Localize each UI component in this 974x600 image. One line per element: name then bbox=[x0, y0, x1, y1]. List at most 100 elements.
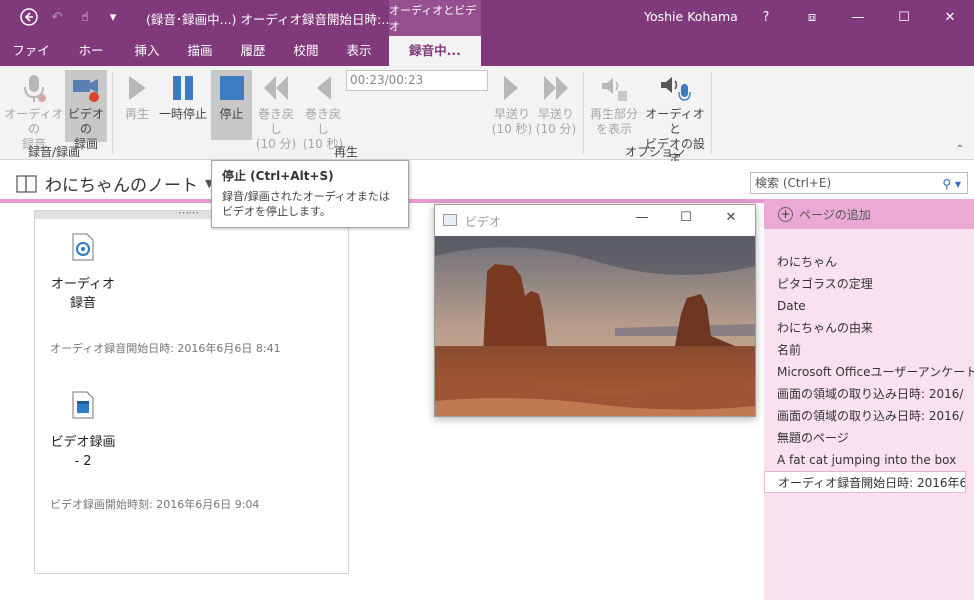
title-bar: ↶ ☝ ▾ (録音･録画中...) オーディオ録音開始日時:… オーディオとビデ… bbox=[0, 0, 974, 36]
stop-icon bbox=[211, 70, 252, 106]
video-attachment-label-2: - 2 bbox=[74, 454, 92, 469]
pause-icon bbox=[158, 70, 208, 106]
tab-view[interactable]: 表示 bbox=[344, 36, 374, 66]
stop-button[interactable]: 停止 bbox=[211, 70, 252, 140]
forward-10sec-button[interactable]: 早送り (10 秒) bbox=[490, 70, 534, 137]
group-label-record: 録音/録画 bbox=[28, 145, 81, 159]
video-frame-image bbox=[435, 236, 755, 416]
speaker-microphone-icon bbox=[641, 70, 709, 106]
page-item[interactable]: 無題のページ bbox=[764, 427, 974, 449]
context-tab-group-label: オーディオとビデオ bbox=[389, 0, 481, 36]
ribbon: オーディオの 録音 ビデオの 録画 再生 一時停止 停止 巻き戻し (10 分)… bbox=[0, 66, 974, 166]
help-button[interactable]: ? bbox=[746, 0, 786, 34]
notebook-bar: わにちゃんのノート ▼ 検索 (Ctrl+E) ⚲ ▾ bbox=[0, 161, 974, 199]
search-input[interactable]: 検索 (Ctrl+E) ⚲ ▾ bbox=[750, 172, 968, 194]
tab-home[interactable]: ホーム bbox=[74, 36, 108, 88]
stop-label: 停止 bbox=[219, 107, 244, 121]
video-minimize-button[interactable]: — bbox=[622, 210, 662, 225]
user-name[interactable]: Yoshie Kohama bbox=[644, 9, 738, 24]
video-record-button[interactable]: ビデオの 録画 bbox=[65, 70, 107, 151]
microphone-icon bbox=[4, 70, 64, 106]
see-playback-button[interactable]: 再生部分 を表示 bbox=[587, 70, 641, 137]
tab-insert[interactable]: 挿入 bbox=[132, 36, 162, 66]
add-page-button[interactable]: + ページの追加 bbox=[764, 199, 974, 229]
page-item[interactable]: Date bbox=[764, 295, 974, 317]
tab-draw[interactable]: 描画 bbox=[185, 36, 215, 66]
page-item-active[interactable]: オーディオ録音開始日時: 2016年6 bbox=[764, 471, 966, 493]
playback-time-display: 00:23/00:23 bbox=[346, 70, 488, 91]
group-label-options: オプション bbox=[625, 145, 686, 159]
group-separator bbox=[112, 72, 113, 154]
tooltip-body: 録音/録画されたオーディオまたはビデオを停止します。 bbox=[222, 190, 390, 218]
speaker-document-icon bbox=[587, 70, 641, 106]
minimize-button[interactable]: — bbox=[838, 0, 878, 34]
fast-forward-double-icon bbox=[534, 70, 578, 106]
search-placeholder: 検索 (Ctrl+E) bbox=[755, 176, 832, 190]
forward-10min-label: 早送り (10 分) bbox=[535, 107, 577, 136]
video-timestamp: ビデオ録画開始時刻: 2016年6月6日 9:04 bbox=[50, 498, 260, 511]
group-separator bbox=[583, 72, 584, 154]
back-arrow-icon bbox=[20, 8, 38, 26]
play-button[interactable]: 再生 bbox=[118, 70, 156, 122]
video-file-icon bbox=[72, 391, 94, 419]
video-window-title: ビデオ bbox=[465, 215, 502, 229]
rewind-10min-button[interactable]: 巻き戻し (10 分) bbox=[254, 70, 298, 152]
tab-history[interactable]: 履歴 bbox=[238, 36, 268, 66]
rewind-10sec-button[interactable]: 巻き戻し (10 秒) bbox=[301, 70, 345, 152]
pause-label: 一時停止 bbox=[158, 107, 207, 121]
audio-timestamp: オーディオ録音開始日時: 2016年6月6日 8:41 bbox=[50, 342, 281, 355]
search-icon[interactable]: ⚲ ▾ bbox=[942, 174, 961, 194]
page-item[interactable]: 画面の領域の取り込み日時: 2016/ bbox=[764, 405, 974, 427]
quick-access-toolbar: ↶ ☝ ▾ bbox=[18, 6, 124, 28]
video-close-button[interactable]: ✕ bbox=[711, 210, 751, 225]
audio-attachment-label-1: オーディオ bbox=[50, 277, 116, 292]
ribbon-display-options-button[interactable]: ⧈ bbox=[792, 0, 832, 34]
window-title: (録音･録画中...) オーディオ録音開始日時:… bbox=[146, 12, 394, 27]
undo-button[interactable]: ↶ bbox=[46, 6, 68, 28]
tab-review[interactable]: 校閲 bbox=[291, 36, 321, 66]
video-maximize-button[interactable]: ☐ bbox=[666, 210, 706, 225]
page-item[interactable]: ピタゴラスの定理 bbox=[764, 273, 974, 295]
pause-button[interactable]: 一時停止 bbox=[158, 70, 208, 122]
page-list: わにちゃん ピタゴラスの定理 Date わにちゃんの由来 名前 Microsof… bbox=[764, 251, 974, 493]
page-item[interactable]: 名前 bbox=[764, 339, 974, 361]
see-playback-label: 再生部分 を表示 bbox=[589, 107, 638, 136]
rewind-icon bbox=[301, 70, 345, 106]
notebook-name: わにちゃんのノート bbox=[45, 176, 198, 196]
note-container[interactable]: ⋯⋯ オーディオ 録音 オーディオ録音開始日時: 2016年6月6日 8:41 … bbox=[34, 206, 349, 574]
audio-file-icon bbox=[72, 233, 94, 261]
back-button[interactable] bbox=[18, 6, 40, 28]
page-list-pane: + ページの追加 わにちゃん ピタゴラスの定理 Date わにちゃんの由来 名前… bbox=[764, 199, 974, 600]
collapse-ribbon-button[interactable]: ⌃ bbox=[956, 144, 964, 155]
forward-10sec-label: 早送り (10 秒) bbox=[491, 107, 533, 136]
video-window[interactable]: ビデオ — ☐ ✕ bbox=[434, 204, 756, 417]
notebook-icon bbox=[16, 174, 37, 193]
video-camera-icon bbox=[65, 70, 107, 106]
group-separator bbox=[711, 72, 712, 154]
play-label: 再生 bbox=[124, 107, 149, 121]
notebook-selector[interactable]: わにちゃんのノート ▼ bbox=[16, 171, 213, 196]
video-attachment[interactable]: ビデオ録画 - 2 bbox=[45, 391, 121, 471]
video-window-titlebar[interactable]: ビデオ — ☐ ✕ bbox=[435, 205, 755, 236]
page-item[interactable]: 画面の領域の取り込み日時: 2016/ bbox=[764, 383, 974, 405]
play-icon bbox=[118, 70, 156, 106]
tab-file[interactable]: ファイル bbox=[12, 36, 50, 88]
video-attachment-label-1: ビデオ録画 bbox=[50, 435, 116, 450]
add-page-label: ページの追加 bbox=[799, 207, 871, 222]
ribbon-tabs: ファイル ホーム 挿入 描画 履歴 校閲 表示 録音中... bbox=[0, 36, 974, 88]
page-item[interactable]: Microsoft Officeユーザーアンケート bbox=[764, 361, 974, 383]
page-item[interactable]: わにちゃんの由来 bbox=[764, 317, 974, 339]
page-item[interactable]: A fat cat jumping into the box bbox=[764, 449, 974, 471]
audio-attachment[interactable]: オーディオ 録音 bbox=[45, 233, 121, 313]
fast-forward-icon bbox=[490, 70, 534, 106]
tab-recording[interactable]: 録音中... bbox=[389, 36, 481, 66]
audio-record-button[interactable]: オーディオの 録音 bbox=[4, 70, 64, 152]
customize-qat-button[interactable]: ▾ bbox=[102, 6, 124, 28]
touch-mode-button[interactable]: ☝ bbox=[74, 6, 96, 28]
tooltip-title: 停止 (Ctrl+Alt+S) bbox=[222, 169, 334, 183]
forward-10min-button[interactable]: 早送り (10 分) bbox=[534, 70, 578, 137]
video-app-icon bbox=[443, 214, 457, 226]
page-item[interactable]: わにちゃん bbox=[764, 251, 974, 273]
maximize-button[interactable]: ☐ bbox=[884, 0, 924, 34]
close-button[interactable]: ✕ bbox=[930, 0, 970, 34]
